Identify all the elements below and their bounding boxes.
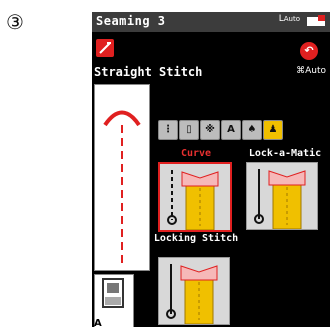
back-arrow-icon[interactable]: ↶ [300,42,318,60]
screen-title: Seaming 3 [96,14,166,28]
presser-foot-icon [307,15,325,26]
presser-foot-graphic [102,278,124,308]
straight-stitch-icon[interactable] [96,39,114,57]
option-label-curve: Curve [180,148,212,159]
option-locking-stitch[interactable] [158,257,230,325]
shirt-icon[interactable]: ♟ [263,120,283,140]
stitch-preview-graphic [103,110,141,265]
auto-indicator: LAuto [278,14,300,24]
quilt-icon[interactable]: ♠ [242,120,262,140]
foot-letter: A [94,318,102,327]
title-bar: Seaming 3 LAuto [92,12,330,32]
stitch-preview [94,84,150,271]
option-label-locking-stitch: Locking Stitch [153,233,239,244]
machine-screen: Seaming 3 LAuto Straight Stitch ↶ ⌘Auto … [92,12,330,327]
auto-tension-indicator: ⌘Auto [296,66,326,76]
buttonhole-icon[interactable]: ▯ [179,120,199,140]
option-label-lock-a-matic: Lock-a-Matic [248,148,322,159]
step-number: ③ [6,10,24,34]
letter-a-icon[interactable]: A [221,120,241,140]
curve-stitch-icon [167,170,219,231]
auto-label: Auto [283,15,300,23]
option-curve[interactable] [158,162,232,232]
decorative-icon[interactable]: ※ [200,120,220,140]
lock-a-matic-icon [254,169,306,230]
stitch-name: Straight Stitch [94,65,203,79]
auto-tension-label: Auto [305,66,326,76]
option-lock-a-matic[interactable] [246,162,318,230]
zigzag-icon[interactable]: ⋮ [158,120,178,140]
locking-stitch-icon [166,264,218,325]
